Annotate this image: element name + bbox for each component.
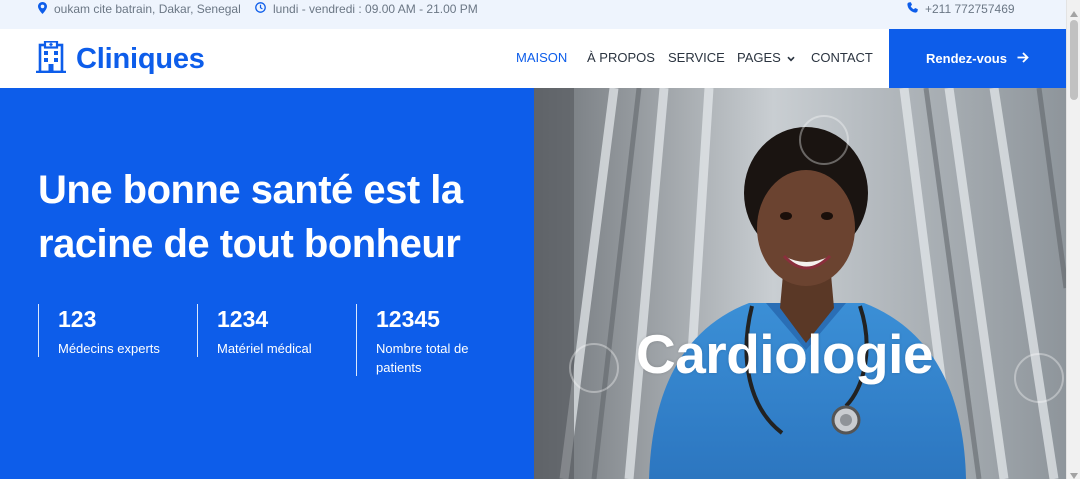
hero-title: Une bonne santé est la racine de tout bo… xyxy=(38,168,463,266)
hours-text: lundi - vendredi : 09.00 AM - 21.00 PM xyxy=(273,2,478,16)
appointment-button-label: Rendez-vous xyxy=(926,51,1007,66)
address-info: oukam cite batrain, Dakar, Senegal xyxy=(38,0,241,18)
main-navbar: Cliniques MAISON À PROPOS SERVICE PAGES … xyxy=(0,29,1066,88)
stat-label: Nombre total de patients xyxy=(376,341,469,375)
stat-value: 12345 xyxy=(376,306,440,332)
appointment-button[interactable]: Rendez-vous xyxy=(889,29,1066,88)
top-info-bar: oukam cite batrain, Dakar, Senegal lundi… xyxy=(0,0,1066,29)
stat-label: Médecins experts xyxy=(58,341,160,356)
hours-info: lundi - vendredi : 09.00 AM - 21.00 PM xyxy=(255,0,478,18)
page-scrollbar[interactable] xyxy=(1066,0,1080,479)
hospital-icon xyxy=(36,40,66,78)
nav-item-contact[interactable]: CONTACT xyxy=(811,50,873,65)
map-marker-icon xyxy=(38,1,54,17)
stat-patients: 12345 Nombre total de patients xyxy=(356,304,496,376)
hero-panel xyxy=(0,88,534,479)
hero-image xyxy=(534,88,1066,479)
nav-item-a-propos[interactable]: À PROPOS xyxy=(587,50,655,65)
arrow-right-icon xyxy=(1007,51,1029,66)
brand-name[interactable]: Cliniques xyxy=(76,43,205,76)
nav-item-maison[interactable]: MAISON xyxy=(516,50,567,65)
specialty-caption: Cardiologie xyxy=(636,323,934,385)
stat-value: 1234 xyxy=(217,306,269,332)
address-text: oukam cite batrain, Dakar, Senegal xyxy=(54,2,241,16)
clock-icon xyxy=(255,2,273,16)
scroll-down-icon[interactable] xyxy=(1070,466,1078,479)
nav-item-pages[interactable]: PAGES xyxy=(737,50,795,65)
chevron-down-icon xyxy=(781,50,795,65)
nav-item-service[interactable]: SERVICE xyxy=(668,50,725,65)
stat-value: 123 xyxy=(58,306,97,332)
scroll-thumb[interactable] xyxy=(1070,20,1078,100)
phone-icon xyxy=(907,2,925,16)
brand-logo[interactable]: Cliniques xyxy=(36,40,205,78)
stat-doctors: 123 Médecins experts xyxy=(38,304,160,357)
stat-label: Matériel médical xyxy=(217,341,312,356)
phone-text[interactable]: +211 772757469 xyxy=(925,2,1015,16)
nav-item-pages-label: PAGES xyxy=(737,50,781,65)
phone-info[interactable]: +211 772757469 xyxy=(907,0,1015,18)
stat-equipment: 1234 Matériel médical xyxy=(197,304,312,357)
